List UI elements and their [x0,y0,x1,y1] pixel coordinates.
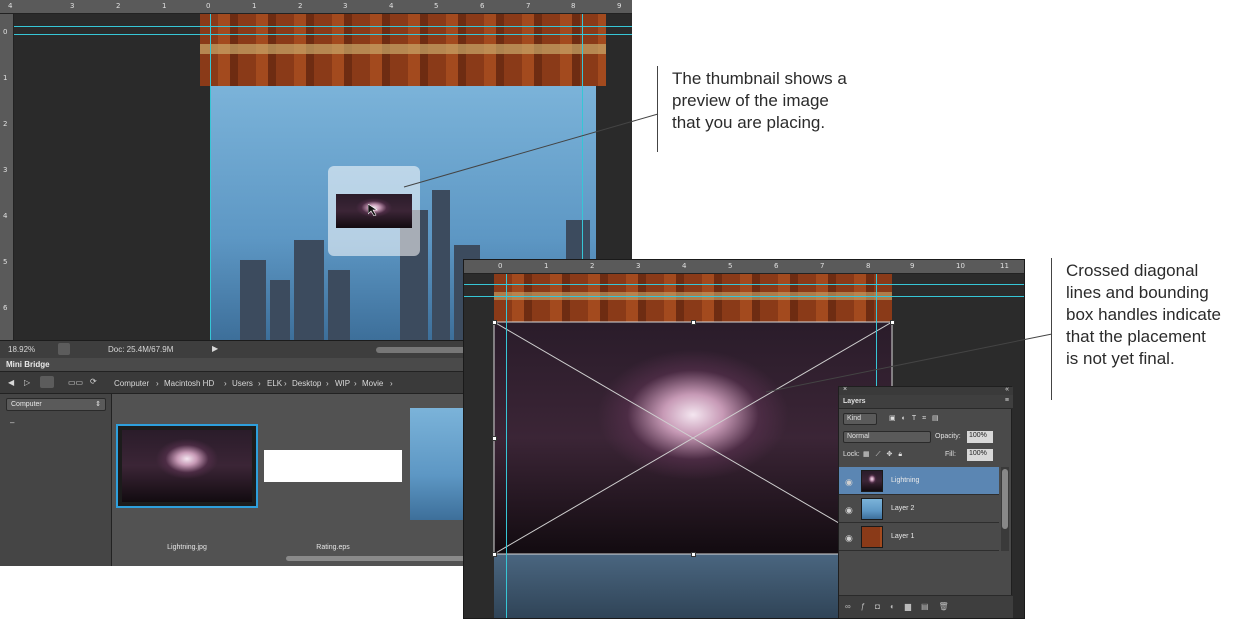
callout-line: preview of the image [672,91,829,110]
callout-placement: Crossed diagonal lines and bounding box … [1066,260,1221,370]
callout-line: is not yet final. [1066,349,1175,368]
callout-bar [1051,258,1052,400]
callout-line: The thumbnail shows a [672,69,847,88]
callout-line: lines and bounding [1066,283,1209,302]
callout-line: that you are placing. [672,113,826,132]
callout-line: Crossed diagonal [1066,261,1199,280]
callout-thumbnail: The thumbnail shows a preview of the ima… [672,68,847,134]
callout-bar [657,66,658,152]
callout-line: that the placement [1066,327,1206,346]
callout-line: box handles indicate [1066,305,1222,324]
